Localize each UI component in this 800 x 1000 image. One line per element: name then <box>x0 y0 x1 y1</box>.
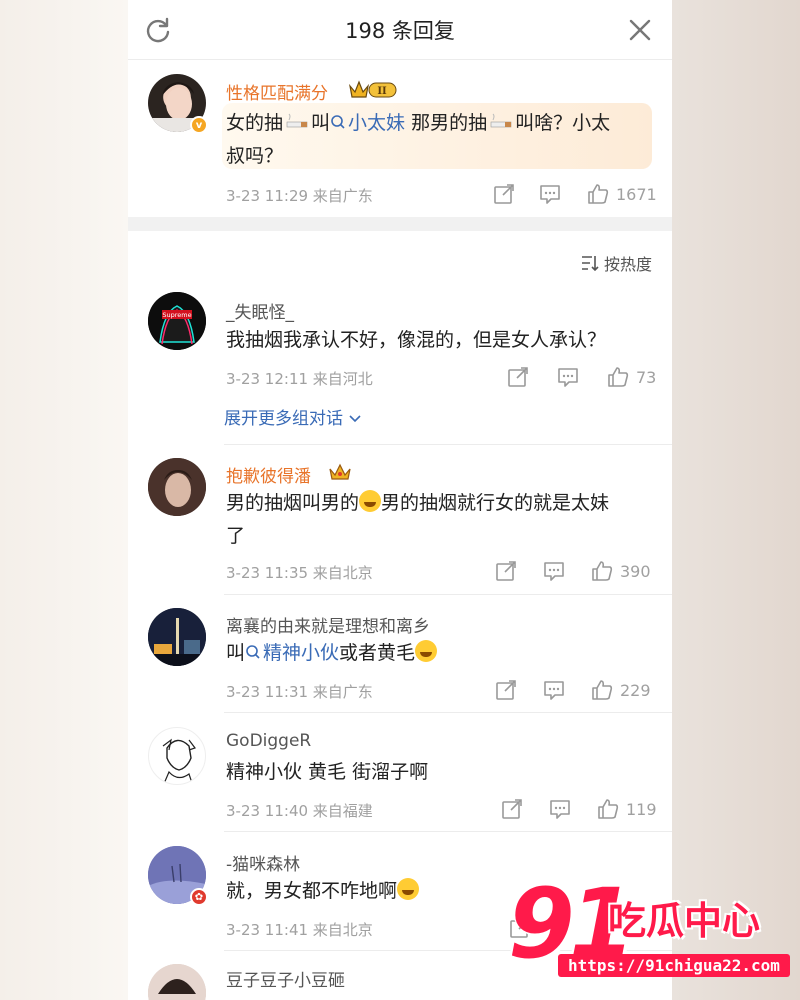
watermark-url: https://91chigua22.com <box>558 954 790 977</box>
like-icon[interactable] <box>590 678 614 702</box>
comment-item: 离襄的由来就是理想和离乡 叫精神小伙或者黄毛 3-23 11:31 来自广东 2… <box>128 608 672 708</box>
verified-icon: v <box>190 116 208 134</box>
like-count: 1671 <box>616 184 657 204</box>
comment-text: 男的抽烟叫男的 男的抽烟就行女的就是太妹了 <box>226 490 610 547</box>
comment-meta: 3-23 11:41 来自北京 <box>226 921 373 939</box>
avatar[interactable] <box>148 458 206 516</box>
watermark-logo: 91 吃瓜中心 https://91chigua22.com <box>508 876 790 986</box>
divider <box>224 831 672 832</box>
laugh-cry-emoji-icon <box>397 878 420 900</box>
comment-item: 抱歉彼得潘 男的抽烟叫男的 男的抽烟就行女的就是太妹了 3-23 11:35 来自… <box>128 458 672 588</box>
avatar[interactable] <box>148 964 206 1000</box>
divider <box>224 712 672 713</box>
comment-actions: 73 <box>506 365 656 389</box>
close-icon[interactable] <box>626 16 654 44</box>
like-icon[interactable] <box>606 365 630 389</box>
comment-text: 叫精神小伙或者黄毛 <box>226 637 438 670</box>
refresh-icon[interactable] <box>144 16 172 44</box>
post-actions: 1671 <box>492 182 657 206</box>
avatar-supreme: Supreme <box>148 292 206 350</box>
svg-text:Supreme: Supreme <box>162 311 191 319</box>
comment-icon[interactable] <box>542 678 566 702</box>
watermark-name: 吃瓜中心 <box>608 899 761 943</box>
cigarette-icon <box>286 113 308 128</box>
sort-label: 按热度 <box>603 255 652 274</box>
main-post: v 性格匹配满分 II 女的抽叫小太妹 那男的抽 叫啥？小太 叔吗？ 3-23 11… <box>128 60 672 217</box>
username[interactable]: 离襄的由来就是理想和离乡 <box>226 612 430 637</box>
comment-text: 精神小伙 黄毛 街溜子啊 <box>226 761 429 783</box>
comment-meta: 3-23 11:40 来自福建 <box>226 802 373 820</box>
post-meta: 3-23 11:29 来自广东 <box>226 187 373 205</box>
comment-text: 我抽烟我承认不好，像混的，但是女人承认？ <box>226 329 607 351</box>
laugh-emoji-icon <box>359 490 382 512</box>
username[interactable]: 豆子豆子小豆砸 <box>226 966 345 991</box>
search-icon <box>246 645 260 659</box>
comment-icon[interactable] <box>538 182 562 206</box>
divider <box>224 594 672 595</box>
avatar-sketch <box>162 738 196 784</box>
cigarette-icon <box>490 113 512 128</box>
share-icon[interactable] <box>492 182 516 206</box>
avatar[interactable] <box>148 727 206 785</box>
username[interactable]: -猫咪森林 <box>226 850 300 875</box>
backdrop-right <box>672 0 800 1000</box>
like-icon[interactable] <box>596 797 620 821</box>
share-icon[interactable] <box>494 678 518 702</box>
sort-row: 按热度 <box>128 231 672 293</box>
laugh-cry-emoji-icon <box>415 640 438 662</box>
avatar[interactable]: Supreme <box>148 292 206 350</box>
comment-meta: 3-23 12:11 来自河北 <box>226 370 373 388</box>
section-divider <box>128 217 672 231</box>
like-count: 73 <box>636 367 657 387</box>
like-count: 229 <box>620 680 651 700</box>
avatar-city-night <box>148 608 206 666</box>
share-icon[interactable] <box>506 365 530 389</box>
crown-level-icon: II <box>349 80 397 98</box>
comment-item: Supreme _失眠怪_ 我抽烟我承认不好，像混的，但是女人承认？ 3-23 … <box>128 292 672 442</box>
expand-replies-link[interactable]: 展开更多组对话 <box>224 404 362 429</box>
page-title: 198 条回复 <box>345 18 455 43</box>
reply-sheet: 198 条回复 v 性格匹配满分 II 女的抽叫小太妹 那男的抽 叫啥？小太 叔吗？… <box>128 0 672 1000</box>
svg-text:II: II <box>377 86 387 97</box>
avatar-portrait <box>148 964 206 1000</box>
post-text: 女的抽叫小太妹 那男的抽 叫啥？小太 叔吗？ <box>226 112 611 167</box>
username[interactable]: 抱歉彼得潘 <box>226 462 311 487</box>
username[interactable]: GoDiggeR <box>226 731 311 751</box>
crown-icon <box>329 463 351 480</box>
topic-link[interactable]: 精神小伙 <box>245 642 339 664</box>
avatar-portrait <box>148 458 206 516</box>
comment-text: 就，男女都不咋地啊 <box>226 875 420 908</box>
topic-link[interactable]: 小太妹 <box>330 112 405 134</box>
search-icon <box>331 115 345 129</box>
like-icon[interactable] <box>586 182 610 206</box>
comment-icon[interactable] <box>548 797 572 821</box>
username[interactable]: _失眠怪_ <box>226 298 294 323</box>
comment-meta: 3-23 11:35 来自北京 <box>226 564 373 582</box>
comment-item: GoDiggeR 精神小伙 黄毛 街溜子啊 3-23 11:40 来自福建 11… <box>128 727 672 827</box>
comment-meta: 3-23 11:31 来自广东 <box>226 683 373 701</box>
comment-actions: 229 <box>494 678 651 702</box>
top-bar: 198 条回复 <box>128 0 672 60</box>
sort-icon <box>581 256 599 272</box>
chevron-down-icon <box>349 415 361 423</box>
share-icon[interactable] <box>500 797 524 821</box>
like-count: 119 <box>626 799 657 819</box>
comment-icon[interactable] <box>542 559 566 583</box>
like-count: 390 <box>620 561 651 581</box>
comment-actions: 119 <box>500 797 657 821</box>
divider <box>224 444 672 445</box>
username[interactable]: 性格匹配满分 <box>226 79 328 104</box>
avatar[interactable] <box>148 608 206 666</box>
comment-icon[interactable] <box>556 365 580 389</box>
comment-actions: 390 <box>494 559 651 583</box>
flower-badge-icon: ✿ <box>190 888 208 906</box>
sort-button[interactable]: 按热度 <box>580 251 652 275</box>
share-icon[interactable] <box>494 559 518 583</box>
like-icon[interactable] <box>590 559 614 583</box>
